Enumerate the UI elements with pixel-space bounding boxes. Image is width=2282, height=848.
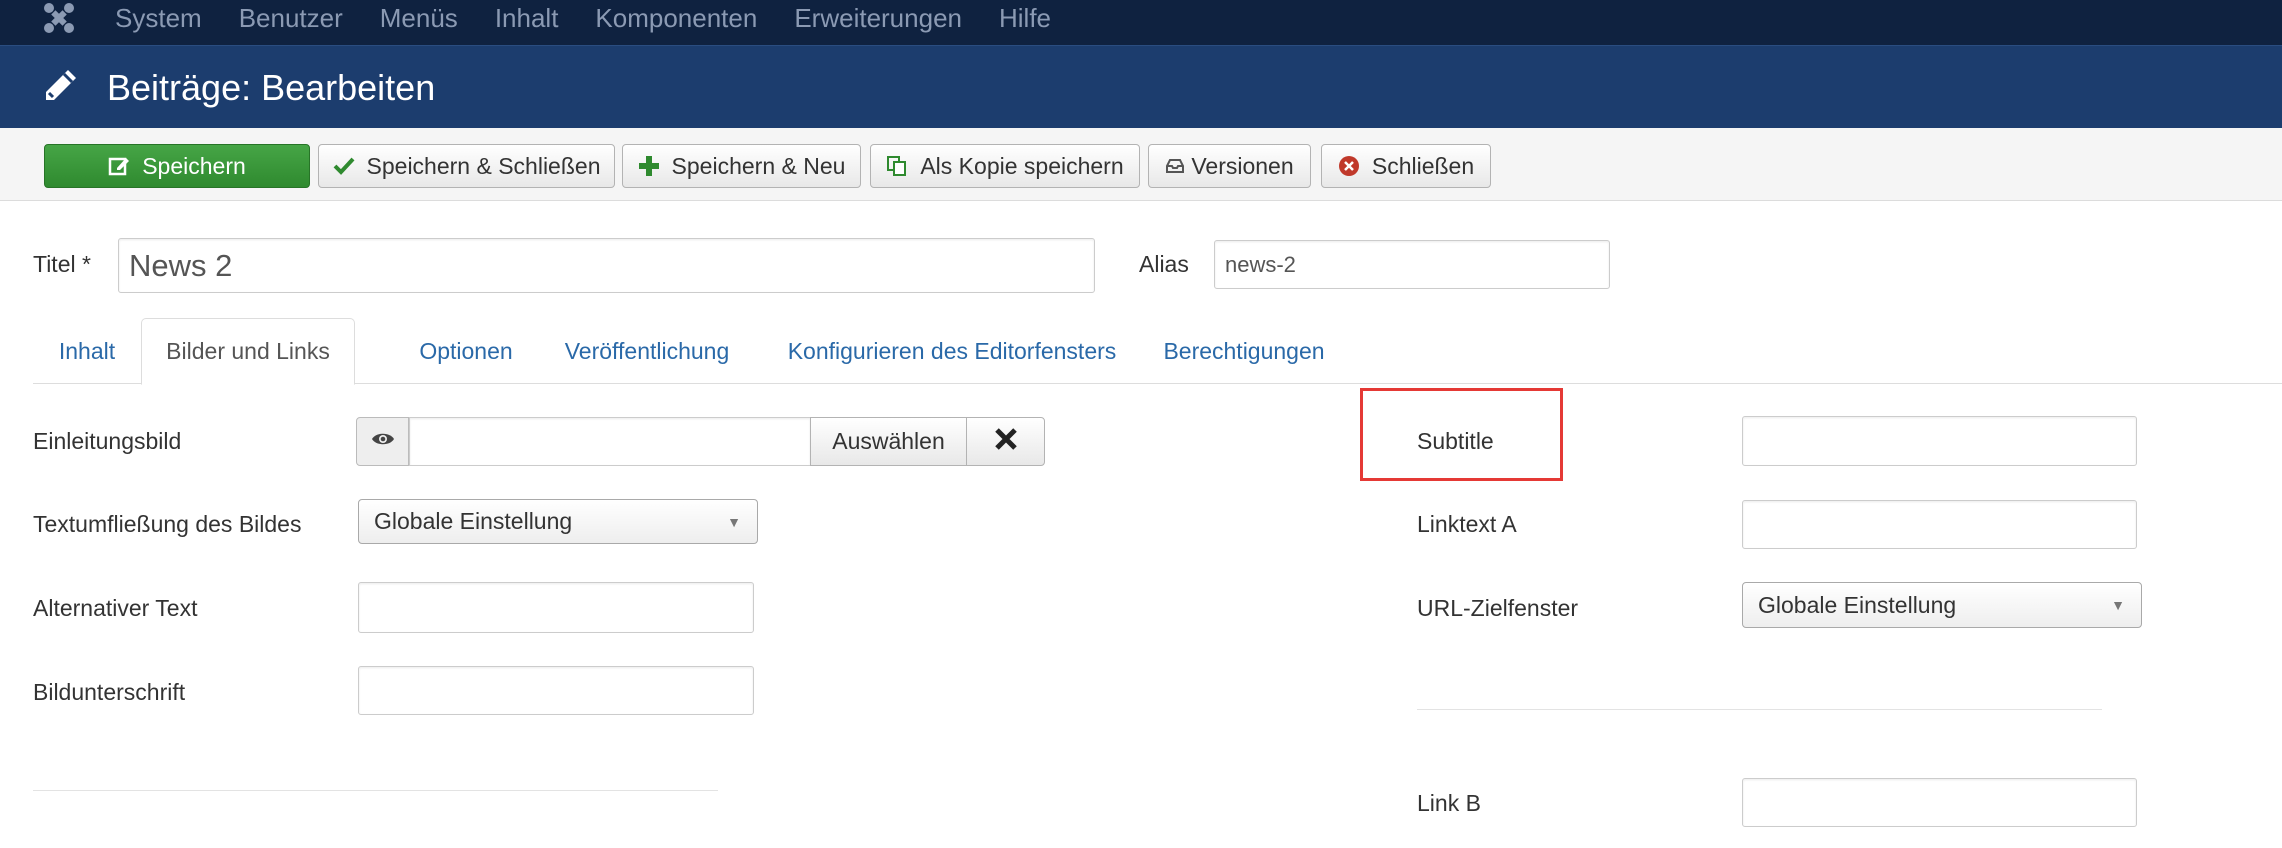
close-button[interactable]: Schließen [1321,144,1491,188]
menu-inhalt[interactable]: Inhalt [495,3,559,34]
eye-icon [371,431,395,452]
tab-bilder-und-links[interactable]: Bilder und Links [141,318,355,385]
alias-label: Alias [1139,251,1189,277]
save-button[interactable]: Speichern [44,144,310,188]
link-b-label: Link B [1417,790,1481,816]
menu-system[interactable]: System [115,3,202,34]
copy-icon [886,155,908,177]
intro-image-label: Einleitungsbild [33,428,182,454]
subtitle-label: Subtitle [1417,428,1494,454]
linktext-a-input[interactable] [1742,500,2137,549]
save-new-label: Speichern & Neu [671,152,846,179]
tab-bar: Inhalt Bilder und Links Optionen Veröffe… [33,318,2282,385]
float-label: Textumfließung des Bildes [33,511,302,537]
toolbar: Speichern Speichern & Schließen Speicher… [0,128,2282,201]
subtitle-input[interactable] [1742,416,2137,466]
url-target-select-value: Globale Einstellung [1758,591,1957,618]
select-image-button[interactable]: Auswählen [810,417,967,466]
save-copy-label: Als Kopie speichern [920,152,1124,179]
archive-icon [1165,158,1185,174]
tab-editor-config[interactable]: Konfigurieren des Editorfensters [744,318,1160,384]
alt-text-label: Alternativer Text [33,595,198,621]
float-select[interactable]: Globale Einstellung ▼ [358,499,758,544]
save-close-label: Speichern & Schließen [366,152,601,179]
save-label: Speichern [142,152,246,179]
page-header: Beiträge: Bearbeiten [0,45,2282,128]
close-label: Schließen [1371,152,1475,179]
edit-icon [108,155,130,177]
dropdown-arrow-icon: ▼ [727,513,741,530]
caption-label: Bildunterschrift [33,679,186,705]
caption-input[interactable] [358,666,754,715]
pencil-icon [40,66,80,106]
check-icon [333,156,355,176]
save-new-button[interactable]: Speichern & Neu [622,144,861,188]
float-select-value: Globale Einstellung [374,508,573,534]
intro-image-input[interactable] [409,417,811,466]
tab-berechtigungen[interactable]: Berechtigungen [1134,318,1354,384]
preview-button[interactable] [356,417,409,466]
close-circle-icon [1338,155,1360,177]
menu-hilfe[interactable]: Hilfe [999,3,1051,34]
plus-icon [638,155,660,177]
link-b-input[interactable] [1742,778,2137,827]
page-title: Beiträge: Bearbeiten [107,67,436,108]
url-target-select[interactable]: Globale Einstellung ▼ [1742,582,2142,628]
title-label: Titel * [33,251,91,277]
title-input[interactable] [118,238,1095,293]
alt-text-input[interactable] [358,582,754,633]
versions-button[interactable]: Versionen [1148,144,1311,188]
menu-menus[interactable]: Menüs [380,3,458,34]
url-target-label: URL-Zielfenster [1417,595,1579,621]
menu-benutzer[interactable]: Benutzer [239,3,343,34]
alias-input[interactable] [1214,240,1610,289]
tab-veroeffentlichung[interactable]: Veröffentlichung [541,318,753,384]
x-icon [994,427,1018,456]
linktext-a-label: Linktext A [1417,511,1517,537]
joomla-logo-icon[interactable] [38,0,80,36]
menu-erweiterungen[interactable]: Erweiterungen [794,3,962,34]
top-navigation: System Benutzer Menüs Inhalt Komponenten… [0,0,2282,45]
right-divider [1417,709,2102,710]
menu-komponenten[interactable]: Komponenten [595,3,757,34]
tab-inhalt[interactable]: Inhalt [33,318,141,384]
clear-image-button[interactable] [966,417,1045,466]
left-divider [33,790,718,791]
dropdown-arrow-icon: ▼ [2111,597,2125,613]
versions-label: Versionen [1191,152,1294,179]
save-copy-button[interactable]: Als Kopie speichern [870,144,1140,188]
save-close-button[interactable]: Speichern & Schließen [318,144,615,188]
top-menu: System Benutzer Menüs Inhalt Komponenten… [115,0,1088,36]
